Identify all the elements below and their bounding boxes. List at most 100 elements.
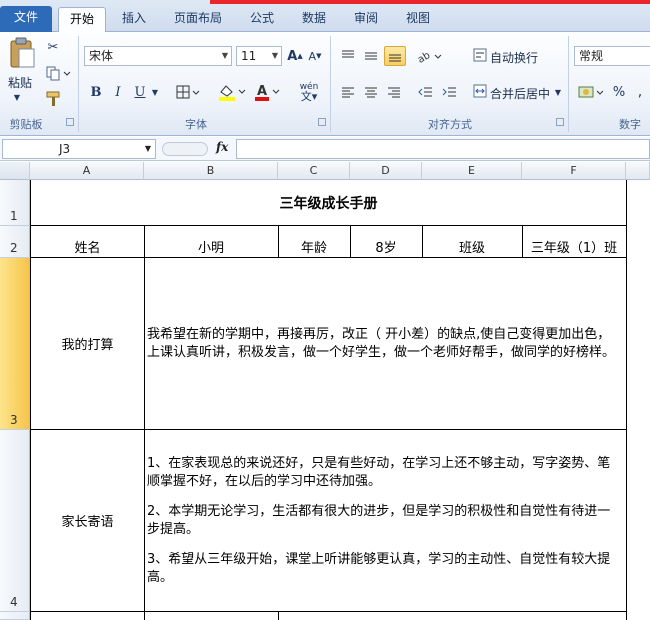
- parent-message-p3: 3、希望从三年级开始，课堂上听讲能够更认真，学习的主动性、自觉性有较大提高。: [147, 551, 611, 585]
- row-number: 4: [10, 595, 18, 609]
- name-value-cell[interactable]: 小明: [144, 226, 279, 258]
- age-value-cell[interactable]: 8岁: [350, 226, 423, 258]
- font-color-icon[interactable]: A: [252, 82, 282, 102]
- tab-page-layout[interactable]: 页面布局: [166, 7, 230, 32]
- ribbon-home: 粘贴 ▼ ✂ 剪贴板 宋体 ▼ 11 ▼ A ▲ A ▼ B I U ▼ A wén 文▾…: [0, 32, 650, 136]
- underline-button[interactable]: U: [132, 82, 148, 102]
- paste-icon[interactable]: [6, 36, 38, 70]
- tab-insert[interactable]: 插入: [112, 7, 156, 32]
- percent-icon[interactable]: %: [611, 82, 627, 102]
- row-header-5[interactable]: [0, 612, 30, 620]
- row-header-3[interactable]: 3: [0, 258, 30, 430]
- formula-splitter[interactable]: [162, 142, 208, 156]
- chevron-down-icon: ▼: [271, 51, 278, 60]
- chevron-down-icon[interactable]: ▼: [150, 84, 160, 100]
- increase-indent-icon[interactable]: [440, 82, 460, 102]
- align-top-icon[interactable]: [338, 46, 358, 66]
- column-header-g[interactable]: [626, 162, 650, 180]
- paste-button[interactable]: 粘贴: [8, 74, 32, 91]
- formula-input[interactable]: [236, 139, 650, 159]
- tab-review[interactable]: 审阅: [344, 7, 388, 32]
- column-header-c[interactable]: C: [278, 162, 350, 180]
- align-left-icon[interactable]: [338, 82, 358, 102]
- copy-icon[interactable]: [44, 64, 72, 82]
- empty-cell[interactable]: [144, 612, 279, 620]
- row-header-1[interactable]: 1: [0, 180, 30, 226]
- bold-button[interactable]: B: [88, 82, 104, 102]
- italic-button[interactable]: I: [110, 82, 126, 102]
- column-header-d[interactable]: D: [350, 162, 422, 180]
- align-bottom-icon[interactable]: [384, 46, 406, 66]
- chevron-down-icon[interactable]: ▼: [553, 86, 563, 98]
- align-center-icon[interactable]: [361, 82, 381, 102]
- merge-center-button[interactable]: 合并后居中: [490, 85, 550, 102]
- align-middle-icon[interactable]: [361, 46, 381, 66]
- decrease-indent-icon[interactable]: [416, 82, 436, 102]
- title-accent-line: [210, 0, 650, 4]
- clipboard-launcher-icon[interactable]: [66, 118, 74, 126]
- grow-font-icon[interactable]: A ▲: [286, 46, 304, 66]
- column-header-b[interactable]: B: [144, 162, 278, 180]
- column-header-e[interactable]: E: [422, 162, 522, 180]
- name-box[interactable]: J3 ▼: [2, 139, 156, 159]
- column-header-a[interactable]: A: [30, 162, 144, 180]
- number-format-select[interactable]: 常规: [574, 46, 650, 66]
- wrap-text-button[interactable]: 自动换行: [490, 49, 538, 66]
- name-box-value: J3: [59, 142, 71, 156]
- row-number: 1: [10, 209, 18, 223]
- clipboard-group-label: 剪贴板: [9, 118, 43, 131]
- tab-home[interactable]: 开始: [58, 7, 106, 32]
- fill-color-icon[interactable]: [216, 82, 248, 102]
- svg-text:A: A: [257, 84, 267, 99]
- insert-function-button[interactable]: fx: [216, 140, 228, 154]
- cut-icon[interactable]: ✂: [44, 38, 62, 56]
- alignment-launcher-icon[interactable]: [556, 118, 564, 126]
- currency-icon[interactable]: [576, 82, 608, 102]
- format-painter-icon[interactable]: [44, 90, 64, 108]
- row-number: 2: [10, 241, 18, 255]
- number-group-label: 数字: [619, 118, 641, 131]
- parent-message-label-cell[interactable]: 家长寄语: [30, 430, 145, 612]
- formula-bar: J3 ▼ fx: [0, 137, 650, 161]
- phonetic-glyph: 文▾: [300, 90, 318, 103]
- chevron-down-icon[interactable]: ▼: [11, 92, 23, 102]
- plan-text: 我希望在新的学期中，再接再厉，改正（ 开小差）的缺点,使自己变得更加出色，上课认…: [147, 326, 616, 360]
- wrap-text-icon[interactable]: [472, 46, 488, 64]
- age-label-cell[interactable]: 年龄: [278, 226, 351, 258]
- shrink-font-icon[interactable]: A ▼: [306, 46, 324, 66]
- class-value-cell[interactable]: 三年级（1）班: [522, 226, 627, 258]
- comma-style-icon[interactable]: ,: [632, 82, 648, 102]
- orientation-icon[interactable]: ab: [416, 46, 446, 66]
- tab-data[interactable]: 数据: [292, 7, 336, 32]
- empty-cell[interactable]: [278, 612, 627, 620]
- font-launcher-icon[interactable]: [318, 118, 326, 126]
- parent-message-p2: 2、本学期无论学习，生活都有很大的进步，但是学习的积极性和自觉性有待进一步提高。: [147, 503, 611, 537]
- number-format-value: 常规: [579, 49, 604, 63]
- column-header-f[interactable]: F: [522, 162, 626, 180]
- font-size-value: 11: [241, 49, 257, 63]
- select-all-corner[interactable]: [0, 162, 30, 180]
- name-label-cell[interactable]: 姓名: [30, 226, 145, 258]
- align-right-icon[interactable]: [384, 82, 404, 102]
- tab-view[interactable]: 视图: [396, 7, 440, 32]
- tab-file[interactable]: 文件: [0, 6, 52, 32]
- row-header-2[interactable]: 2: [0, 226, 30, 258]
- row-number: 3: [10, 413, 18, 427]
- borders-icon[interactable]: [174, 82, 202, 102]
- font-name-select[interactable]: 宋体 ▼: [84, 46, 232, 66]
- font-group-label: 字体: [185, 118, 207, 131]
- plan-text-cell[interactable]: 我希望在新的学期中，再接再厉，改正（ 开小差）的缺点,使自己变得更加出色，上课认…: [144, 258, 627, 430]
- font-size-select[interactable]: 11 ▼: [236, 46, 282, 66]
- alignment-group-label: 对齐方式: [428, 118, 472, 131]
- row-header-4[interactable]: 4: [0, 430, 30, 612]
- plan-label-cell[interactable]: 我的打算: [30, 258, 145, 430]
- group-separator: [78, 36, 79, 132]
- merge-center-icon[interactable]: [472, 82, 488, 100]
- phonetic-icon[interactable]: wén 文▾: [294, 80, 324, 104]
- group-separator: [330, 36, 331, 132]
- class-label-cell[interactable]: 班级: [422, 226, 523, 258]
- tab-formulas[interactable]: 公式: [240, 7, 284, 32]
- parent-message-cell[interactable]: 1、在家表现总的来说还好，只是有些好动，在学习上还不够主动，写字姿势、笔顺掌握不…: [144, 430, 627, 612]
- empty-cell[interactable]: [30, 612, 145, 620]
- sheet-title[interactable]: 三年级成长手册: [30, 180, 627, 226]
